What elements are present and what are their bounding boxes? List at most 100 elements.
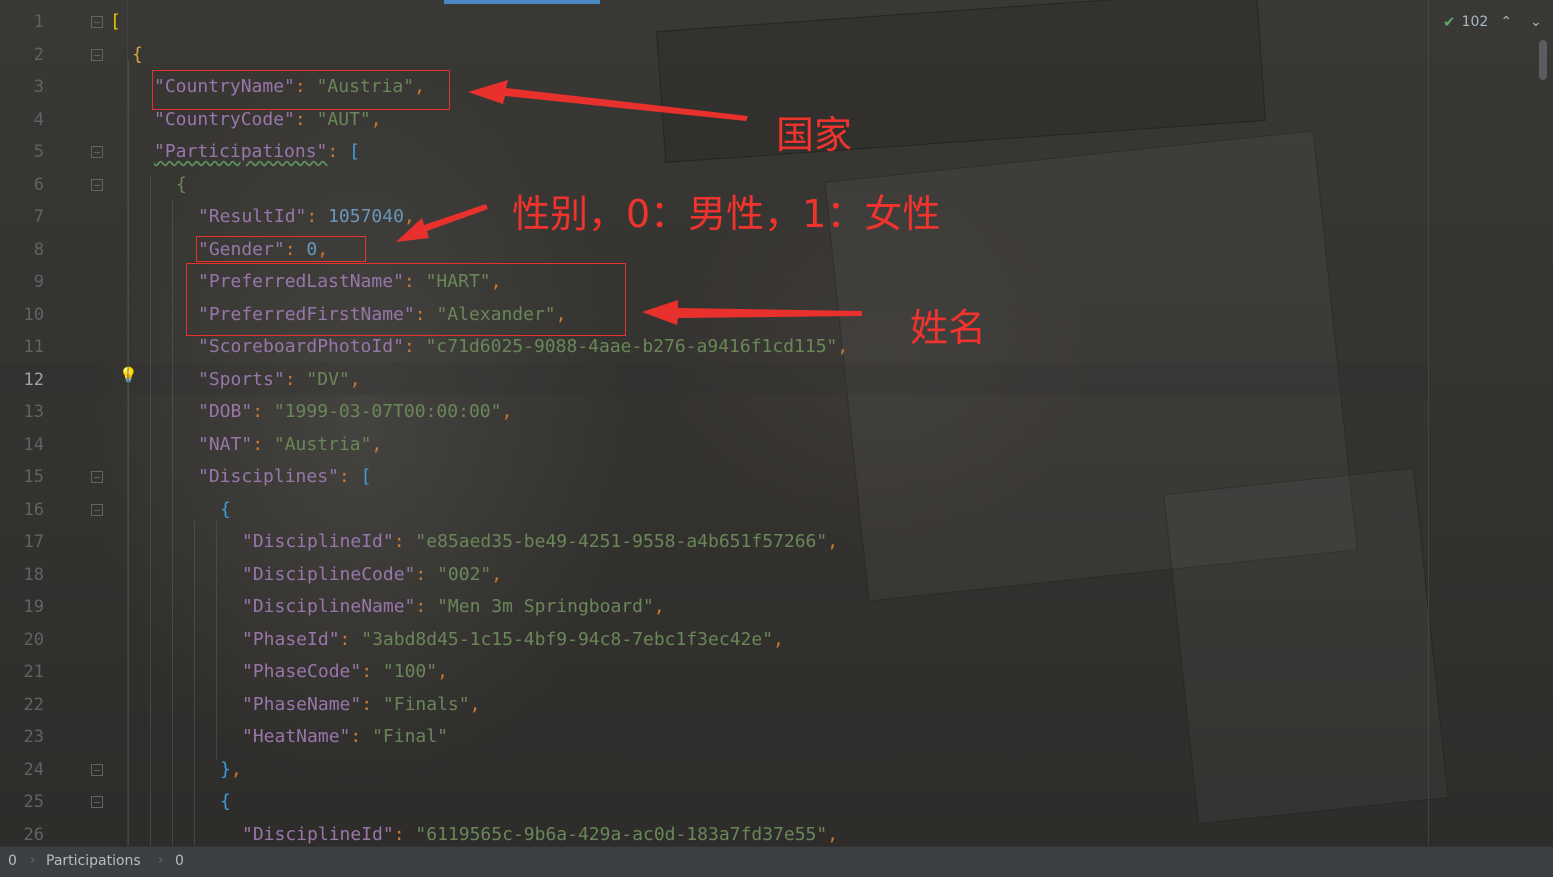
editor-right-gutter: ✔ 102 ⌃ ⌄: [1428, 0, 1553, 846]
code-token: "ScoreboardPhotoId": [198, 336, 404, 357]
annotation-label-name: 姓名: [910, 306, 987, 350]
code-token: :: [361, 693, 383, 715]
code-token: :: [339, 628, 362, 650]
code-token: "CountryCode": [154, 108, 295, 130]
code-line[interactable]: "ResultId": 1057040,: [198, 201, 415, 233]
code-line[interactable]: {: [220, 494, 231, 526]
code-line[interactable]: "DisciplineCode": "002",: [242, 559, 502, 591]
code-token: {: [220, 791, 231, 812]
code-token: "ResultId": [198, 206, 307, 227]
code-token: "DisciplineId": [242, 531, 394, 552]
annotation-box-gender: [196, 236, 366, 262]
code-token: ,: [370, 108, 382, 130]
code-token: "Final": [372, 726, 448, 747]
code-line[interactable]: {: [132, 39, 143, 71]
code-token: ,: [230, 758, 242, 780]
code-token: [: [110, 11, 121, 32]
code-token: :: [338, 466, 361, 487]
code-token: ,: [827, 823, 839, 845]
code-token: :: [294, 108, 317, 130]
code-token: "1999-03-07T00:00:00": [273, 401, 502, 422]
code-token: ,: [403, 206, 415, 227]
chevron-down-icon[interactable]: ⌄: [1524, 14, 1548, 30]
breadcrumb-separator-icon: ›: [30, 853, 36, 868]
code-line[interactable]: "Participations": [: [154, 136, 360, 168]
code-token: ,: [469, 693, 481, 715]
code-token: "6119565c-9b6a-429a-ac0d-183a7fd37e55": [415, 823, 828, 845]
inspection-widget[interactable]: ✔ 102 ⌃ ⌄: [1443, 10, 1548, 34]
code-token: :: [415, 563, 438, 585]
breadcrumb-separator-icon: ›: [158, 853, 164, 868]
code-token: "100": [382, 661, 438, 682]
code-token: ,: [437, 661, 448, 682]
breadcrumb-item[interactable]: 0: [175, 853, 184, 869]
code-line[interactable]: [: [110, 6, 121, 38]
code-token: "Participations": [154, 141, 328, 162]
check-icon: ✔: [1443, 13, 1456, 31]
code-line[interactable]: "PhaseName": "Finals",: [242, 689, 480, 721]
code-token: "Men 3m Springboard": [437, 596, 654, 617]
code-token: "Finals": [382, 693, 470, 715]
code-token: [: [360, 466, 372, 487]
code-token: ,: [837, 336, 849, 357]
code-token: "c71d6025-9088-4aae-b276-a9416f1cd115": [425, 336, 838, 357]
code-line[interactable]: },: [220, 754, 242, 786]
code-line[interactable]: {: [220, 786, 231, 818]
code-line[interactable]: "DOB": "1999-03-07T00:00:00",: [198, 396, 512, 428]
code-token: "DisciplineName": [242, 596, 416, 617]
annotation-box-name: [186, 263, 626, 336]
code-line[interactable]: {: [176, 169, 187, 201]
breadcrumb-item[interactable]: 0: [8, 853, 17, 869]
breadcrumb-item[interactable]: Participations: [46, 853, 141, 869]
code-token: {: [176, 173, 187, 195]
code-token: :: [403, 336, 426, 357]
code-token: ,: [827, 531, 839, 552]
code-token: :: [252, 401, 274, 422]
annotation-box-country: [152, 70, 450, 110]
chevron-up-icon[interactable]: ⌃: [1494, 14, 1518, 30]
code-token: "Sports": [198, 368, 285, 390]
code-token: :: [327, 141, 350, 162]
code-token: :: [350, 726, 373, 747]
code-token: "002": [437, 563, 492, 585]
annotation-label-gender: 性别，0：男性，1：女性: [512, 192, 941, 236]
code-token: {: [132, 43, 143, 65]
code-token: :: [393, 531, 416, 552]
code-token: "e85aed35-be49-4251-9558-a4b651f57266": [415, 531, 828, 552]
code-line[interactable]: "DisciplineName": "Men 3m Springboard",: [242, 591, 665, 623]
code-line[interactable]: "NAT": "Austria",: [198, 429, 382, 461]
code-line[interactable]: "PhaseId": "3abd8d45-1c15-4bf9-94c8-7ebc…: [242, 624, 784, 656]
code-editor[interactable]: [{"CountryName": "Austria", "CountryCode"…: [0, 0, 1430, 846]
code-token: :: [306, 206, 329, 227]
code-token: ,: [773, 628, 784, 650]
code-token: "PhaseName": [242, 693, 362, 715]
breadcrumb-bar: 0 › Participations › 0: [0, 846, 1553, 877]
code-token: "Austria": [273, 433, 372, 455]
code-token: "DisciplineCode": [242, 563, 416, 585]
code-line[interactable]: "HeatName": "Final": [242, 721, 448, 753]
code-token: :: [393, 823, 416, 845]
code-line[interactable]: "DisciplineId": "e85aed35-be49-4251-9558…: [242, 526, 838, 558]
code-token: "DV": [306, 368, 350, 390]
code-token: ,: [349, 368, 361, 390]
code-token: }: [220, 758, 231, 780]
code-token: :: [284, 368, 307, 390]
code-token: "AUT": [316, 108, 371, 130]
code-token: "DisciplineId": [242, 823, 394, 845]
code-token: :: [361, 661, 383, 682]
inspection-count: 102: [1461, 14, 1489, 30]
code-token: :: [415, 596, 438, 617]
code-line[interactable]: "Sports": "DV",: [198, 364, 361, 396]
code-token: ,: [653, 596, 665, 617]
code-token: "PhaseCode": [242, 661, 362, 682]
code-line[interactable]: "PhaseCode": "100",: [242, 656, 448, 688]
annotation-label-country: 国家: [776, 113, 853, 157]
code-line[interactable]: "Disciplines": [: [198, 461, 371, 493]
code-token: "NAT": [198, 433, 253, 455]
code-token: "DOB": [198, 401, 253, 422]
code-token: ,: [371, 433, 383, 455]
code-token: :: [252, 433, 274, 455]
vertical-scrollbar-thumb[interactable]: [1539, 40, 1547, 80]
code-token: {: [220, 498, 231, 520]
code-token: "HeatName": [242, 726, 351, 747]
